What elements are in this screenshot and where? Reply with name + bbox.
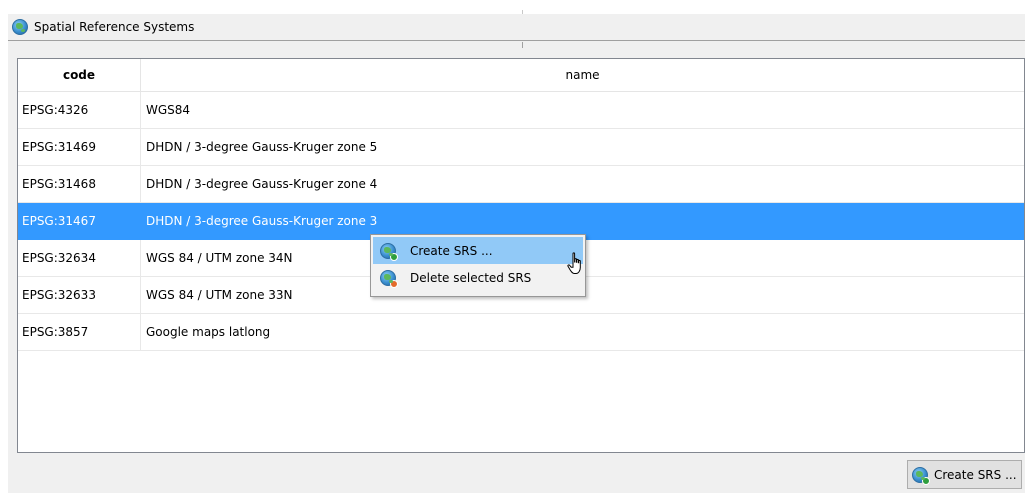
table-row[interactable]: EPSG:3857 Google maps latlong bbox=[18, 314, 1024, 351]
globe-add-icon bbox=[912, 466, 930, 485]
table-row[interactable]: EPSG:4326 WGS84 bbox=[18, 92, 1024, 129]
cell-code: EPSG:31469 bbox=[18, 129, 141, 165]
splitter-handle[interactable] bbox=[522, 42, 523, 48]
globe-add-icon bbox=[380, 242, 398, 261]
cell-code: EPSG:3857 bbox=[18, 314, 141, 350]
context-menu: Create SRS ... Delete selected SRS bbox=[370, 234, 586, 297]
cell-code: EPSG:32634 bbox=[18, 240, 141, 276]
table-row[interactable]: EPSG:31468 DHDN / 3-degree Gauss-Kruger … bbox=[18, 166, 1024, 203]
table-header: code name bbox=[18, 59, 1024, 92]
column-header-code[interactable]: code bbox=[18, 59, 141, 91]
globe-icon bbox=[12, 19, 28, 35]
cell-code: EPSG:4326 bbox=[18, 92, 141, 128]
cell-code: EPSG:31467 bbox=[18, 203, 141, 239]
cell-name: DHDN / 3-degree Gauss-Kruger zone 5 bbox=[146, 140, 378, 154]
panel-title: Spatial Reference Systems bbox=[34, 20, 195, 34]
hand-cursor-icon bbox=[567, 252, 581, 274]
menu-item-label: Create SRS ... bbox=[410, 243, 493, 258]
create-srs-button[interactable]: Create SRS ... bbox=[907, 460, 1022, 489]
globe-delete-icon bbox=[380, 269, 398, 288]
menu-item-delete-srs[interactable]: Delete selected SRS bbox=[373, 264, 583, 291]
column-header-name[interactable]: name bbox=[141, 59, 1024, 91]
cell-code: EPSG:31468 bbox=[18, 166, 141, 202]
cell-name: DHDN / 3-degree Gauss-Kruger zone 4 bbox=[146, 177, 378, 191]
panel-header: Spatial Reference Systems bbox=[8, 14, 1025, 41]
menu-item-label: Delete selected SRS bbox=[410, 270, 532, 285]
cell-code: EPSG:32633 bbox=[18, 277, 141, 313]
table-row[interactable]: EPSG:31469 DHDN / 3-degree Gauss-Kruger … bbox=[18, 129, 1024, 166]
create-srs-button-label: Create SRS ... bbox=[934, 467, 1017, 482]
cell-name: Google maps latlong bbox=[146, 325, 271, 339]
cell-name: WGS84 bbox=[146, 103, 191, 117]
menu-item-create-srs[interactable]: Create SRS ... bbox=[373, 237, 583, 264]
